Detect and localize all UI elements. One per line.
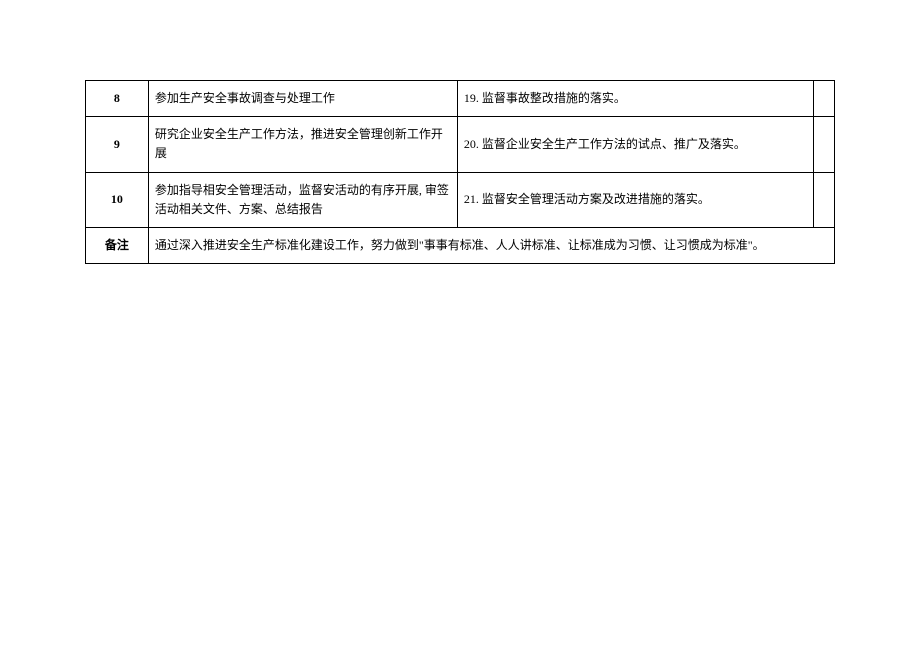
table-row: 9 研究企业安全生产工作方法，推进安全管理创新工作开展 20. 监督企业安全生产… — [86, 117, 835, 172]
note-row: 备注 通过深入推进安全生产标准化建设工作，努力做到"事事有标准、人人讲标准、让标… — [86, 227, 835, 263]
note-label: 备注 — [86, 227, 149, 263]
row-number: 9 — [86, 117, 149, 172]
row-description: 参加生产安全事故调查与处理工作 — [148, 81, 457, 117]
row-detail: 21. 监督安全管理活动方案及改进措施的落实。 — [457, 172, 813, 227]
row-empty — [814, 81, 835, 117]
row-detail: 20. 监督企业安全生产工作方法的试点、推广及落实。 — [457, 117, 813, 172]
row-number: 10 — [86, 172, 149, 227]
note-content: 通过深入推进安全生产标准化建设工作，努力做到"事事有标准、人人讲标准、让标准成为… — [148, 227, 834, 263]
row-detail: 19. 监督事故整改措施的落实。 — [457, 81, 813, 117]
row-description: 参加指导相安全管理活动，监督安活动的有序开展, 审签活动相关文件、方案、总结报告 — [148, 172, 457, 227]
row-description: 研究企业安全生产工作方法，推进安全管理创新工作开展 — [148, 117, 457, 172]
table-row: 10 参加指导相安全管理活动，监督安活动的有序开展, 审签活动相关文件、方案、总… — [86, 172, 835, 227]
table-row: 8 参加生产安全事故调查与处理工作 19. 监督事故整改措施的落实。 — [86, 81, 835, 117]
row-empty — [814, 117, 835, 172]
row-number: 8 — [86, 81, 149, 117]
row-empty — [814, 172, 835, 227]
document-table: 8 参加生产安全事故调查与处理工作 19. 监督事故整改措施的落实。 9 研究企… — [85, 80, 835, 264]
